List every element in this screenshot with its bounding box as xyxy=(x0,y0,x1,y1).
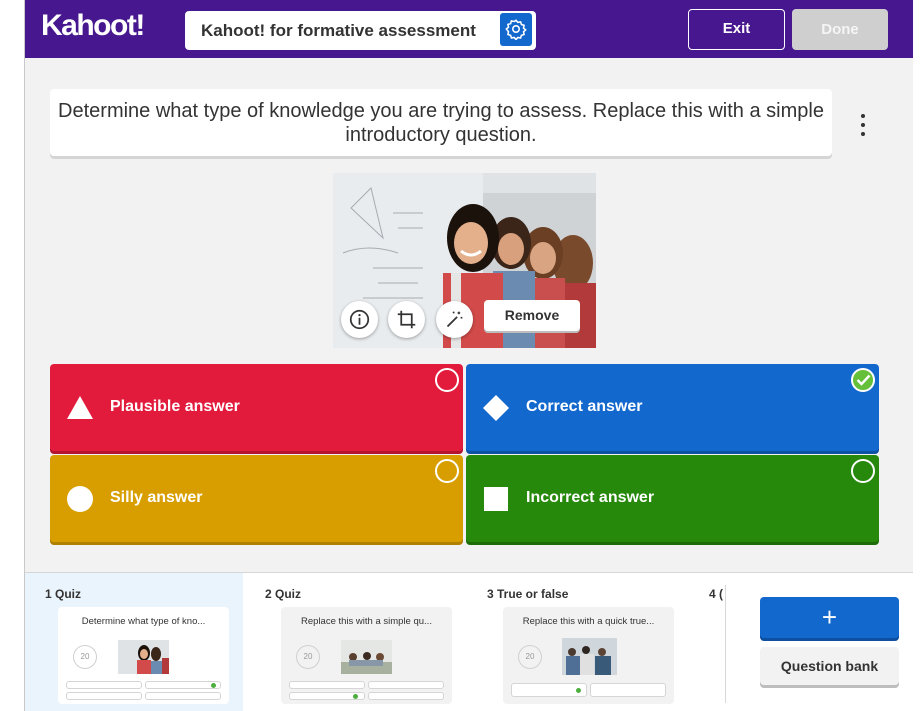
slide-1-timer: 20 xyxy=(73,645,97,669)
gear-icon xyxy=(505,19,527,40)
kahoot-editor: Kahoot! Kahoot! for formative assessment… xyxy=(25,0,913,711)
slide-3-label: 3 True or false xyxy=(487,587,569,601)
circle-icon xyxy=(67,486,93,512)
mark-correct-toggle[interactable] xyxy=(435,459,459,483)
exit-button[interactable]: Exit xyxy=(688,9,785,50)
answer-bar xyxy=(66,692,142,700)
answer-2[interactable]: Correct answer xyxy=(466,364,879,451)
image-effects-button[interactable] xyxy=(436,301,473,338)
answer-1-text: Plausible answer xyxy=(110,398,240,415)
slide-2-label: 2 Quiz xyxy=(265,587,302,601)
slide-3-thumbnail xyxy=(562,638,617,675)
answer-3[interactable]: Silly answer xyxy=(50,455,463,542)
slide-4-label: 4 ( xyxy=(709,587,724,601)
square-icon xyxy=(484,487,508,511)
answer-bar xyxy=(66,681,142,689)
slide-1-card[interactable]: Determine what type of kno... 20 xyxy=(58,607,229,704)
magic-wand-icon xyxy=(446,311,463,328)
slide-2-question: Replace this with a simple qu... xyxy=(301,616,432,627)
answer-4[interactable]: Incorrect answer xyxy=(466,455,879,542)
answer-bar xyxy=(145,681,221,689)
slide-3-card[interactable]: Replace this with a quick true... 20 xyxy=(503,607,674,704)
mark-correct-toggle[interactable] xyxy=(435,368,459,392)
kahoot-title: Kahoot! for formative assessment xyxy=(201,21,476,40)
slide-2-timer: 20 xyxy=(296,645,320,669)
info-icon xyxy=(349,309,370,330)
image-info-button[interactable] xyxy=(341,301,378,338)
diamond-icon xyxy=(483,395,509,421)
more-options-icon[interactable] xyxy=(851,111,875,139)
slide-1-thumbnail xyxy=(118,640,169,674)
slide-2-card[interactable]: Replace this with a simple qu... 20 xyxy=(281,607,452,704)
image-crop-button[interactable] xyxy=(388,301,425,338)
answer-bar xyxy=(145,692,221,700)
answer-1[interactable]: Plausible answer xyxy=(50,364,463,451)
answer-2-text: Correct answer xyxy=(526,398,643,415)
top-bar: Kahoot! Kahoot! for formative assessment… xyxy=(25,0,913,58)
correct-check-icon[interactable] xyxy=(851,368,875,392)
slide-1-question: Determine what type of kno... xyxy=(81,616,206,627)
correct-dot xyxy=(353,693,358,699)
answer-4-text: Incorrect answer xyxy=(526,489,655,506)
answer-bar xyxy=(590,683,666,697)
done-button[interactable]: Done xyxy=(792,9,888,50)
answer-bar xyxy=(368,692,444,700)
slide-list: 1 Quiz Determine what type of kno... 20 … xyxy=(25,572,913,711)
add-question-button[interactable]: + xyxy=(760,597,899,638)
answer-3-text: Silly answer xyxy=(110,489,203,506)
triangle-icon xyxy=(67,396,93,419)
correct-dot xyxy=(211,682,216,688)
slide-list-divider xyxy=(725,585,726,703)
question-bank-button[interactable]: Question bank xyxy=(760,647,899,685)
mark-correct-toggle[interactable] xyxy=(851,459,875,483)
answer-bar xyxy=(368,681,444,689)
question-text: Determine what type of knowledge you are… xyxy=(58,100,824,146)
slide-3-timer: 20 xyxy=(518,645,542,669)
correct-dot xyxy=(576,687,581,693)
settings-button[interactable] xyxy=(500,13,532,46)
kahoot-title-field[interactable]: Kahoot! for formative assessment xyxy=(185,11,536,50)
slide-3-question: Replace this with a quick true... xyxy=(522,616,655,627)
answer-bar xyxy=(289,681,365,689)
remove-image-button[interactable]: Remove xyxy=(484,300,580,331)
slide-1-label: 1 Quiz xyxy=(45,587,82,601)
slide-2-thumbnail xyxy=(341,640,392,674)
crop-icon xyxy=(397,310,416,329)
kahoot-logo[interactable]: Kahoot! xyxy=(41,9,145,43)
question-input[interactable]: Determine what type of knowledge you are… xyxy=(50,89,832,156)
